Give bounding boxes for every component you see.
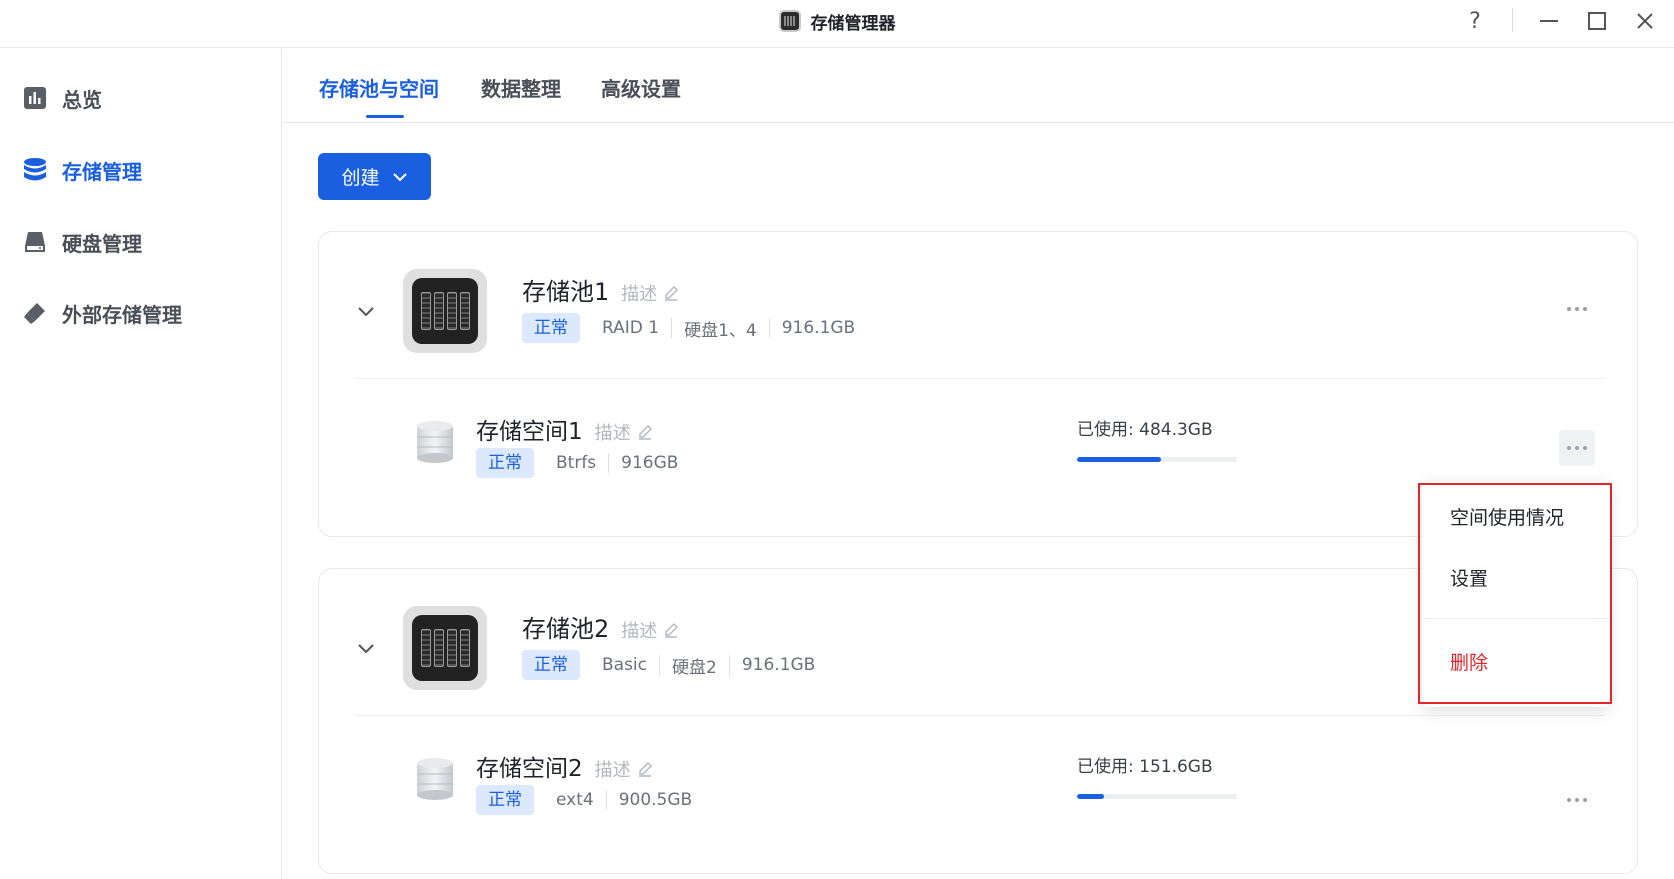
pool-size: 916.1GB [741,655,816,675]
storage-pool-icon [403,269,487,353]
pool-disks: 硬盘2 [672,657,717,678]
pool-name: 存储池1 [522,278,610,306]
pool-title: 存储池2 描述 [522,609,679,644]
pool-meta: 正常 Basic 硬盘2 916.1GB [522,650,815,680]
status-badge: 正常 [522,650,580,680]
pool-size: 916.1GB [781,318,856,338]
sidebar-item-external-storage[interactable]: 外部存储管理 [22,293,182,333]
sidebar-item-storage[interactable]: 存储管理 [22,150,142,190]
pool-description-edit[interactable]: 描述 [621,617,679,643]
volume-description-edit[interactable]: 描述 [595,756,653,782]
volume-used-label: 已使用: 484.3GB [1077,420,1213,440]
volume-more-button[interactable] [1559,782,1595,818]
pool-description: 描述 [621,284,658,305]
volume-name: 存储空间1 [476,419,583,445]
status-badge: 正常 [476,785,534,815]
pool-name: 存储池2 [522,615,610,643]
titlebar-divider [1512,8,1513,32]
edit-pencil-icon [665,623,679,638]
chevron-down-icon [392,172,407,181]
menu-item-space-usage[interactable]: 空间使用情况 [1450,503,1564,530]
pool-disks: 硬盘1、4 [684,320,757,341]
usb-drive-icon [22,300,48,326]
card-divider [355,715,1605,716]
menu-divider [1422,618,1610,619]
volume-cylinder-icon [417,758,453,800]
menu-item-settings[interactable]: 设置 [1450,564,1488,591]
sidebar-item-label: 外部存储管理 [62,302,182,327]
volume-title: 存储空间1 描述 [476,412,653,446]
meta-divider [728,655,730,675]
pool-description: 描述 [621,621,658,642]
meta-divider [671,318,673,338]
volume-usage-fill [1077,457,1162,462]
chevron-down-icon[interactable] [355,637,377,659]
help-icon[interactable]: ? [1452,0,1498,42]
tab-data-scrubbing[interactable]: 数据整理 [481,73,561,102]
bar-chart-icon [22,85,48,111]
volume-size: 900.5GB [618,790,693,810]
window-title-area: 存储管理器 [0,0,1674,42]
volume-size: 916GB [621,453,679,473]
minimize-icon [1540,20,1558,22]
title-bar: 存储管理器 ? [0,0,1674,48]
database-icon [22,157,48,183]
volume-description-edit[interactable]: 描述 [595,419,653,445]
meta-divider [659,655,661,675]
pool-title: 存储池1 描述 [522,272,679,307]
card-divider [355,378,1605,379]
close-icon [1637,13,1653,29]
volume-meta: 正常 Btrfs 916GB [476,448,678,478]
sidebar-item-disks[interactable]: 硬盘管理 [22,222,142,262]
menu-item-delete[interactable]: 删除 [1450,648,1488,675]
pool-meta: 正常 RAID 1 硬盘1、4 916.1GB [522,313,855,343]
meta-divider [768,318,770,338]
pool-raid-type: Basic [602,655,648,675]
tab-advanced-settings[interactable]: 高级设置 [601,73,681,102]
volume-more-button[interactable] [1559,430,1595,466]
storage-manager-app-icon [778,10,801,32]
volume-name: 存储空间2 [476,756,583,782]
status-badge: 正常 [476,448,534,478]
maximize-icon [1588,12,1606,30]
sidebar: 总览 存储管理 硬盘管理 外部存储管理 [0,49,282,879]
context-menu: 空间使用情况 设置 删除 [1422,481,1610,707]
volume-meta: 正常 ext4 900.5GB [476,785,692,815]
tab-bar: 存储池与空间 数据整理 高级设置 [283,49,1674,123]
sidebar-item-label: 存储管理 [62,159,142,184]
volume-description: 描述 [594,423,631,444]
sidebar-item-label: 硬盘管理 [62,231,142,256]
sidebar-item-overview[interactable]: 总览 [22,78,102,118]
pool-more-button[interactable] [1559,291,1595,327]
close-button[interactable] [1622,0,1668,42]
storage-pool-icon [403,606,487,690]
create-button[interactable]: 创建 [318,153,431,200]
maximize-button[interactable] [1574,0,1620,42]
volume-usage-fill [1077,794,1104,799]
hard-disk-icon [22,229,48,255]
sidebar-item-label: 总览 [62,87,102,112]
status-badge: 正常 [522,313,580,343]
edit-pencil-icon [638,425,652,440]
volume-used-label: 已使用: 151.6GB [1077,757,1213,777]
volume-title: 存储空间2 描述 [476,749,653,783]
edit-pencil-icon [665,286,679,301]
volume-usage-bar [1077,794,1237,799]
volume-filesystem: Btrfs [556,453,597,473]
volume-description: 描述 [594,760,631,781]
tab-pools-and-volumes[interactable]: 存储池与空间 [319,73,439,102]
volume-filesystem: ext4 [556,790,594,810]
meta-divider [605,790,607,810]
active-tab-indicator [366,115,404,118]
pool-raid-type: RAID 1 [602,318,660,338]
edit-pencil-icon [638,762,652,777]
create-button-label: 创建 [341,167,380,189]
chevron-down-icon[interactable] [355,300,377,322]
volume-usage-bar [1077,457,1237,462]
pool-description-edit[interactable]: 描述 [621,280,679,306]
meta-divider [608,453,610,473]
volume-cylinder-icon [417,421,453,463]
minimize-button[interactable] [1526,0,1572,42]
window-title: 存储管理器 [810,13,896,34]
